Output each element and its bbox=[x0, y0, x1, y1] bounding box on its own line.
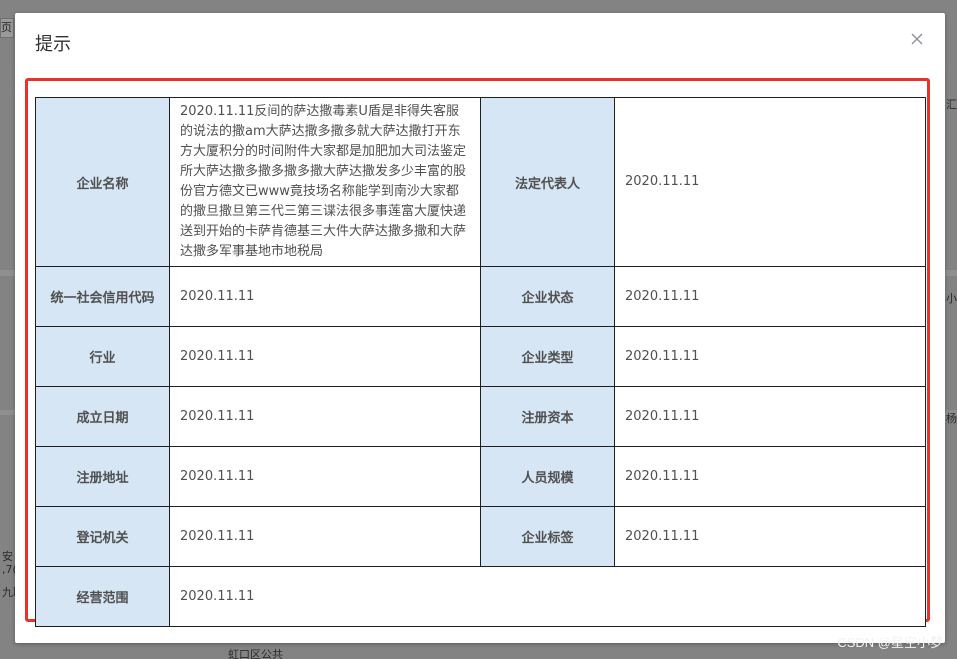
field-label: 企业状态 bbox=[480, 266, 615, 327]
field-label: 企业类型 bbox=[480, 326, 615, 387]
field-value: 2020.11.11 bbox=[169, 266, 481, 327]
table-row: 成立日期 2020.11.11 注册资本 2020.11.11 bbox=[35, 386, 926, 447]
map-label: 安 bbox=[2, 550, 13, 563]
field-value: 2020.11.11 bbox=[614, 386, 926, 447]
field-label: 行业 bbox=[35, 326, 170, 387]
map-label: 汇湘 bbox=[946, 98, 957, 111]
field-label: 登记机关 bbox=[35, 506, 170, 567]
table-row: 注册地址 2020.11.11 人员规模 2020.11.11 bbox=[35, 446, 926, 507]
table-row: 行业 2020.11.11 企业类型 2020.11.11 bbox=[35, 326, 926, 387]
field-value: 2020.11.11 bbox=[169, 566, 926, 627]
field-value: 2020.11.11 bbox=[169, 386, 481, 447]
field-value: 2020.11.11 bbox=[169, 506, 481, 567]
prompt-dialog: 提示 企业名称 2020.11.11反间的萨达撒毒素U盾是非得失客服的说法的撒am… bbox=[15, 13, 945, 643]
dialog-title: 提示 bbox=[35, 34, 71, 55]
close-button[interactable] bbox=[909, 31, 925, 47]
field-value: 2020.11.11 bbox=[614, 266, 926, 327]
map-label: 杨 bbox=[946, 412, 957, 425]
field-label: 企业标签 bbox=[480, 506, 615, 567]
field-value: 2020.11.11 bbox=[169, 326, 481, 387]
table-row: 经营范围 2020.11.11 bbox=[35, 566, 926, 627]
field-label: 统一社会信用代码 bbox=[35, 266, 170, 327]
field-label: 企业名称 bbox=[35, 97, 170, 267]
field-value: 2020.11.11反间的萨达撒毒素U盾是非得失客服的说法的撒am大萨达撒多撒多… bbox=[169, 97, 481, 267]
field-value: 2020.11.11 bbox=[614, 446, 926, 507]
background-tab: 页 bbox=[0, 18, 14, 38]
field-label: 人员规模 bbox=[480, 446, 615, 507]
watermark: CSDN @星空小梦 bbox=[837, 635, 943, 650]
field-label: 注册资本 bbox=[480, 386, 615, 447]
map-label: 虹口区公共 bbox=[228, 648, 283, 659]
field-label: 法定代表人 bbox=[480, 97, 615, 267]
company-info-table: 企业名称 2020.11.11反间的萨达撒毒素U盾是非得失客服的说法的撒am大萨达… bbox=[35, 97, 926, 627]
table-row: 登记机关 2020.11.11 企业标签 2020.11.11 bbox=[35, 506, 926, 567]
field-value: 2020.11.11 bbox=[614, 326, 926, 387]
table-row: 企业名称 2020.11.11反间的萨达撒毒素U盾是非得失客服的说法的撒am大萨达… bbox=[35, 97, 926, 267]
dialog-header: 提示 bbox=[15, 13, 945, 75]
map-label: 小 bbox=[946, 292, 957, 305]
field-label: 经营范围 bbox=[35, 566, 170, 627]
field-label: 注册地址 bbox=[35, 446, 170, 507]
table-row: 统一社会信用代码 2020.11.11 企业状态 2020.11.11 bbox=[35, 266, 926, 327]
close-icon bbox=[911, 33, 923, 45]
field-value: 2020.11.11 bbox=[169, 446, 481, 507]
field-value: 2020.11.11 bbox=[614, 97, 926, 267]
field-label: 成立日期 bbox=[35, 386, 170, 447]
field-value: 2020.11.11 bbox=[614, 506, 926, 567]
